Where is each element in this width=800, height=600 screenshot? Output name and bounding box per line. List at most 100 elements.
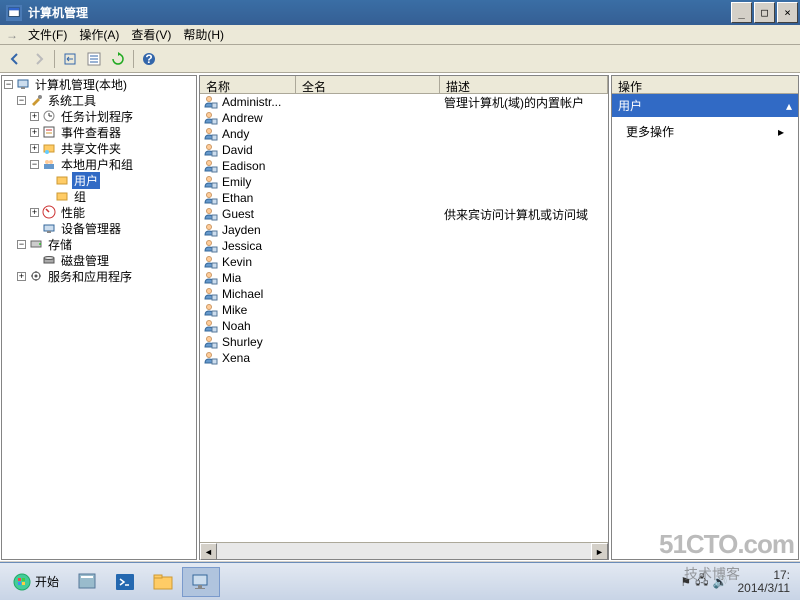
tree-root[interactable]: − 计算机管理(本地) (2, 76, 196, 92)
col-fullname[interactable]: 全名 (296, 76, 440, 93)
disk-icon (41, 252, 57, 268)
tree-storage[interactable]: − 存储 (2, 236, 196, 252)
user-name: Shurley (222, 335, 263, 349)
folder-icon (54, 188, 70, 204)
menu-help[interactable]: 帮助(H) (177, 24, 230, 45)
user-row[interactable]: Jayden (200, 222, 608, 238)
user-icon (202, 111, 218, 125)
computer-icon (15, 76, 31, 92)
user-name: Andy (222, 127, 249, 141)
scroll-left-icon[interactable]: ◄ (200, 543, 217, 560)
forward-button[interactable] (28, 48, 50, 70)
user-icon (202, 143, 218, 157)
user-row[interactable]: Administr...管理计算机(域)的内置帐户 (200, 94, 608, 110)
menubar: → 文件(F) 操作(A) 查看(V) 帮助(H) (0, 25, 800, 45)
user-name: Kevin (222, 255, 252, 269)
titlebar: 计算机管理 _ □ × (0, 0, 800, 25)
expand-icon[interactable]: + (30, 112, 39, 121)
device-icon (41, 220, 57, 236)
list-header: 名称 全名 描述 (200, 76, 608, 94)
list-body[interactable]: Administr...管理计算机(域)的内置帐户Andrew AndyDavid… (200, 94, 608, 542)
user-icon (202, 271, 218, 285)
user-row[interactable]: Noah (200, 318, 608, 334)
tree-devmgr[interactable]: 设备管理器 (2, 220, 196, 236)
storage-icon (28, 236, 44, 252)
toolbar-sep (54, 50, 55, 68)
tree-performance[interactable]: + 性能 (2, 204, 196, 220)
taskbar-clock[interactable]: 17: 2014/3/11 (732, 569, 797, 595)
tray-network-icon[interactable]: 🖧 (695, 571, 708, 592)
tree-eventviewer[interactable]: + 事件查看器 (2, 124, 196, 140)
expand-icon[interactable]: + (30, 208, 39, 217)
expand-icon[interactable]: + (17, 272, 26, 281)
taskbar-server-icon[interactable] (68, 567, 106, 597)
up-button[interactable] (59, 48, 81, 70)
user-row[interactable]: Michael (200, 286, 608, 302)
tree-panel[interactable]: − 计算机管理(本地) − 系统工具 + 任务计划程序 + 事件查看器 + 共享… (1, 75, 197, 560)
user-name: Jessica (222, 239, 262, 253)
start-label: 开始 (35, 573, 59, 590)
back-button[interactable] (4, 48, 26, 70)
scroll-track[interactable] (217, 543, 591, 559)
collapse-icon[interactable]: − (17, 96, 26, 105)
user-row[interactable]: Andy (200, 126, 608, 142)
taskbar-powershell-icon[interactable] (106, 567, 144, 597)
user-name: Emily (222, 175, 251, 189)
actions-more[interactable]: 更多操作 ▸ (612, 117, 798, 146)
tree-sharedfolders[interactable]: + 共享文件夹 (2, 140, 196, 156)
user-icon (202, 191, 218, 205)
tray-volume-icon[interactable]: 🔊 (713, 575, 728, 589)
user-row[interactable]: Shurley (200, 334, 608, 350)
user-name: Jayden (222, 223, 261, 237)
tree-localusers[interactable]: − 本地用户和组 (2, 156, 196, 172)
menu-action[interactable]: 操作(A) (73, 24, 125, 45)
actions-header: 操作 (612, 76, 798, 94)
user-row[interactable]: Ethan (200, 190, 608, 206)
close-button[interactable]: × (777, 2, 798, 23)
user-row[interactable]: David (200, 142, 608, 158)
user-row[interactable]: Kevin (200, 254, 608, 270)
menu-file[interactable]: 文件(F) (22, 24, 73, 45)
tree-diskadmin[interactable]: 磁盘管理 (2, 252, 196, 268)
user-row[interactable]: Andrew (200, 110, 608, 126)
user-row[interactable]: Emily (200, 174, 608, 190)
tree-taskscheduler[interactable]: + 任务计划程序 (2, 108, 196, 124)
tree-systools[interactable]: − 系统工具 (2, 92, 196, 108)
user-desc: 供来宾访问计算机或访问域 (440, 206, 608, 223)
expand-icon[interactable]: + (30, 144, 39, 153)
properties-button[interactable] (83, 48, 105, 70)
maximize-button[interactable]: □ (754, 2, 775, 23)
user-name: Xena (222, 351, 250, 365)
user-icon (202, 351, 218, 365)
tree-services[interactable]: + 服务和应用程序 (2, 268, 196, 284)
minimize-button[interactable]: _ (731, 2, 752, 23)
tray-flag-icon[interactable]: ⚑ (680, 575, 691, 589)
collapse-icon[interactable]: − (17, 240, 26, 249)
user-row[interactable]: Xena (200, 350, 608, 366)
tree-users[interactable]: 用户 (2, 172, 196, 188)
user-row[interactable]: Jessica (200, 238, 608, 254)
user-row[interactable]: Mike (200, 302, 608, 318)
user-name: Andrew (222, 111, 263, 125)
start-button[interactable]: 开始 (4, 567, 68, 597)
menu-view[interactable]: 查看(V) (125, 24, 177, 45)
col-desc[interactable]: 描述 (440, 76, 608, 93)
tree-groups[interactable]: 组 (2, 188, 196, 204)
taskbar-explorer-icon[interactable] (144, 567, 182, 597)
col-name[interactable]: 名称 (200, 76, 296, 93)
expand-icon[interactable]: + (30, 128, 39, 137)
user-row[interactable]: Guest供来宾访问计算机或访问域 (200, 206, 608, 222)
system-tray[interactable]: ⚑ 🖧 🔊 17: 2014/3/11 (680, 569, 796, 595)
refresh-button[interactable] (107, 48, 129, 70)
actions-section[interactable]: 用户 ▴ (612, 94, 798, 117)
user-name: Ethan (222, 191, 253, 205)
taskbar-compmgmt-icon[interactable] (182, 567, 220, 597)
collapse-icon[interactable]: − (4, 80, 13, 89)
user-row[interactable]: Eadison (200, 158, 608, 174)
user-row[interactable]: Mia (200, 270, 608, 286)
horizontal-scrollbar[interactable]: ◄ ► (200, 542, 608, 559)
toolbar-sep (133, 50, 134, 68)
scroll-right-icon[interactable]: ► (591, 543, 608, 560)
collapse-icon[interactable]: − (30, 160, 39, 169)
help-button[interactable]: ? (138, 48, 160, 70)
